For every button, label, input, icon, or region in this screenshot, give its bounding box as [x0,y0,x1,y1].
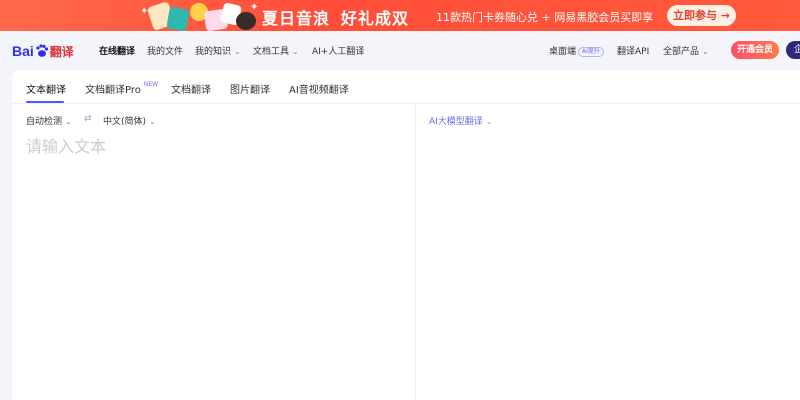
chevron-down-icon: ⌄ [234,47,241,56]
tab-document-translate-pro-label: 文档翻译Pro [85,85,141,96]
user-account-button[interactable]: 企 [786,41,800,59]
nav-document-tools[interactable]: 文档工具 ⌄ [253,44,299,57]
tab-document-translate[interactable]: 文档翻译 [171,81,211,96]
tab-av-translate[interactable]: AI音视频翻译 [289,81,349,96]
tab-text-translate[interactable]: 文本翻译 [26,81,66,96]
nav-ai-human-translate[interactable]: AI+人工翻译 [312,44,364,57]
nav-online-translate[interactable]: 在线翻译 [99,44,135,57]
tab-document-translate-pro[interactable]: 文档翻译ProNEW [85,81,158,96]
source-language-select[interactable]: 自动检测 ⌄ [26,114,72,127]
promo-banner[interactable]: ✦ ✦ 夏日音浪 好礼成双 11款热门卡券随心兑 + 网易黑胶会员买即享 立即参… [0,0,800,31]
all-products-menu[interactable]: 全部产品 ⌄ [663,44,709,57]
join-now-button[interactable]: 立即参与 → [667,5,736,26]
panel-divider [415,105,416,400]
chevron-down-icon: ⌄ [485,117,493,126]
sparkle-icon: ✦ [250,2,259,13]
nav-my-files[interactable]: 我的文件 [147,44,183,57]
desktop-app-link[interactable]: 桌面端 AI提升 [549,44,604,57]
translate-api-link[interactable]: 翻译API [617,44,649,57]
paw-icon [35,44,49,58]
nav-document-tools-label: 文档工具 [253,47,290,57]
chevron-down-icon: ⌄ [292,47,299,56]
translate-mode-tabs: 文本翻译 文档翻译ProNEW 文档翻译 图片翻译 AI音视频翻译 [12,70,800,104]
banner-title-secondary: 好礼成双 [341,9,410,28]
nav-my-knowledge[interactable]: 我的知识 ⌄ [195,44,241,57]
ai-model-label: AI大模型翻译 [429,117,483,127]
target-language-label: 中文(简体) [103,117,147,127]
banner-subtitle: 11款热门卡券随心兑 + 网易黑胶会员买即享 [436,11,654,24]
baidu-translate-logo[interactable]: Bai 翻译 [12,42,74,60]
chevron-down-icon: ⌄ [65,117,72,126]
open-membership-button[interactable]: 开通会员 [731,41,779,59]
chevron-down-icon: ⌄ [702,47,709,56]
translate-panel: 文本翻译 文档翻译ProNEW 文档翻译 图片翻译 AI音视频翻译 自动检测 ⌄ … [12,70,800,400]
vinyl-record-icon [236,12,256,30]
ai-model-translate-select[interactable]: AI大模型翻译 ⌄ [429,114,493,127]
active-tab-indicator [26,101,64,103]
top-header: Bai 翻译 在线翻译 我的文件 我的知识 ⌄ 文档工具 ⌄ AI+人工翻译 桌面端… [0,31,800,70]
tab-image-translate[interactable]: 图片翻译 [230,81,270,96]
new-badge: NEW [143,81,159,88]
desktop-app-label: 桌面端 [549,47,577,57]
chevron-down-icon: ⌄ [149,117,156,126]
logo-text: Bai [12,43,34,59]
swap-languages-icon[interactable]: ⇄ [84,114,92,124]
gift-card-decoration [166,6,190,31]
target-language-select[interactable]: 中文(简体) ⌄ [103,114,156,127]
sparkle-icon: ✦ [140,6,149,17]
nav-my-knowledge-label: 我的知识 [195,47,232,57]
all-products-label: 全部产品 [663,47,700,57]
ai-badge: AI提升 [578,46,604,57]
banner-title: 夏日音浪 [262,9,331,28]
logo-suffix: 翻译 [49,44,74,59]
source-language-label: 自动检测 [26,117,63,127]
source-text-input[interactable] [26,133,406,393]
